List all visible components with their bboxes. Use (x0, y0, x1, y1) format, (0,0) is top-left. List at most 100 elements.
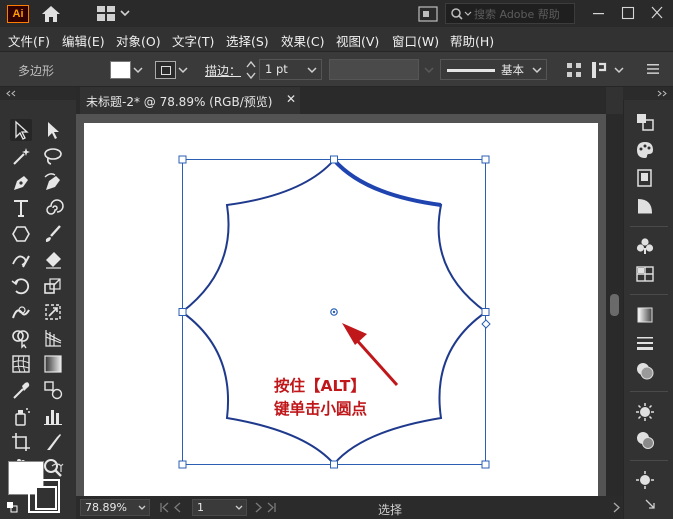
scale-tool-icon[interactable] (42, 275, 64, 297)
stroke-weight-value: 1 pt (265, 62, 288, 76)
annotation-arrowhead (342, 323, 367, 345)
scrollbar-thumb[interactable] (610, 294, 619, 316)
rotate-tool-icon[interactable] (10, 275, 32, 297)
variable-width-profile[interactable] (329, 59, 419, 80)
arrange-documents-icon[interactable] (418, 6, 438, 22)
free-transform-tool-icon[interactable] (42, 301, 64, 323)
menu-view[interactable]: 视图(V) (336, 31, 379, 50)
spiral-tool-icon[interactable] (42, 197, 64, 219)
mesh-tool-icon[interactable] (10, 353, 32, 375)
warp-tool-icon[interactable] (10, 301, 32, 323)
layers-panel-icon[interactable] (635, 168, 655, 188)
shaper-tool-icon[interactable] (10, 249, 32, 271)
gradient-tool-icon[interactable] (42, 353, 64, 375)
brush-definition-select[interactable]: 基本 (440, 59, 547, 80)
symbols-panel-icon[interactable] (635, 236, 655, 256)
swap-fill-stroke-icon[interactable] (50, 462, 64, 474)
title-bar: Ai 搜索 Adobe 帮助 (0, 0, 673, 27)
polygon-tool-icon[interactable] (10, 223, 32, 245)
search-input[interactable]: 搜索 Adobe 帮助 (445, 3, 575, 24)
column-graph-tool-icon[interactable] (42, 405, 64, 427)
default-fill-stroke-icon[interactable] (6, 501, 18, 513)
eraser-tool-icon[interactable] (42, 249, 64, 271)
eyedropper-tool-icon[interactable] (10, 379, 32, 401)
appearance-panel-icon[interactable] (635, 361, 655, 381)
chevron-down-icon[interactable] (307, 65, 317, 75)
chevron-down-icon[interactable] (120, 7, 130, 19)
blend-tool-icon[interactable] (42, 379, 64, 401)
maximize-icon[interactable] (619, 5, 637, 21)
toolbar-collapse-bar[interactable] (0, 87, 76, 100)
expand-panels-icon[interactable] (657, 90, 667, 97)
handle-bottom-right (481, 460, 490, 469)
stroke-swatch-large[interactable] (28, 479, 60, 513)
lasso-tool-icon[interactable] (42, 145, 64, 167)
chevron-down-icon[interactable] (133, 65, 143, 75)
chevron-down-icon[interactable] (138, 504, 146, 512)
artboard[interactable]: 按住【ALT】 键单击小圆点 (84, 123, 598, 496)
document-tab[interactable]: 未标题-2* @ 78.89% (RGB/预览) ✕ (80, 87, 300, 114)
document-tab-bar: 未标题-2* @ 78.89% (RGB/预览) ✕ (76, 87, 606, 114)
libraries-panel-icon[interactable] (635, 470, 655, 490)
stroke-label[interactable]: 描边： (205, 62, 241, 79)
panel-dock-collapse-bar[interactable] (623, 87, 673, 100)
artboard-number-field[interactable]: 1 (192, 499, 247, 516)
perspective-grid-tool-icon[interactable] (42, 327, 64, 349)
swatches-panel-icon[interactable] (635, 264, 655, 284)
chevron-down-icon[interactable] (235, 504, 243, 512)
collapse-icon[interactable] (6, 90, 16, 97)
fill-color-swatch[interactable] (110, 61, 131, 79)
chevron-down-icon[interactable] (614, 65, 624, 75)
chevron-down-icon[interactable] (532, 65, 542, 75)
menu-type[interactable]: 文字(T) (172, 31, 214, 50)
properties-panel-icon[interactable] (635, 112, 655, 132)
stroke-panel-icon[interactable] (635, 333, 655, 353)
align-icon[interactable] (566, 62, 582, 78)
chevron-down-icon[interactable] (178, 65, 188, 75)
stroke-color-swatch[interactable] (155, 61, 176, 79)
search-placeholder: 搜索 Adobe 帮助 (474, 8, 560, 21)
zoom-field[interactable]: 78.89% (80, 499, 150, 516)
handle-bottom-left (178, 460, 187, 469)
symbol-sprayer-tool-icon[interactable] (10, 405, 32, 427)
home-icon[interactable] (40, 4, 62, 24)
stroke-weight-stepper[interactable] (246, 60, 256, 80)
transform-icon[interactable] (591, 61, 609, 79)
curvature-tool-icon[interactable] (42, 171, 64, 193)
menu-object[interactable]: 对象(O) (116, 31, 161, 50)
pen-tool-icon[interactable] (10, 171, 32, 193)
menu-file[interactable]: 文件(F) (8, 31, 50, 50)
selection-tool-icon[interactable] (10, 119, 32, 141)
menu-window[interactable]: 窗口(W) (392, 31, 439, 50)
workspace-layout-icon[interactable] (97, 6, 115, 21)
canvas-area[interactable]: 按住【ALT】 键单击小圆点 (76, 114, 606, 496)
artboard-tool-icon[interactable] (10, 431, 32, 453)
magic-wand-tool-icon[interactable] (10, 145, 32, 167)
graphic-styles-panel-icon[interactable] (635, 402, 655, 422)
menu-edit[interactable]: 编辑(E) (62, 31, 105, 50)
artboard-prev-icons[interactable] (158, 499, 188, 516)
color-panel-icon[interactable] (635, 140, 655, 160)
minimize-icon[interactable] (590, 5, 608, 21)
close-window-icon[interactable] (648, 5, 666, 21)
menu-select[interactable]: 选择(S) (226, 31, 269, 50)
type-tool-icon[interactable] (10, 197, 32, 219)
transparency-panel-icon[interactable] (635, 196, 655, 216)
close-tab-icon[interactable]: ✕ (286, 92, 296, 106)
gradient-panel-icon[interactable] (635, 305, 655, 325)
menu-effect[interactable]: 效果(C) (281, 31, 324, 50)
artboard-next-icons[interactable] (252, 499, 292, 516)
panel-menu-icon[interactable] (646, 62, 660, 76)
brushes-panel-icon[interactable] (635, 430, 655, 450)
handle-bottom-middle (330, 460, 338, 469)
resize-grip-icon[interactable] (644, 498, 656, 510)
scroll-right-icon[interactable] (611, 499, 623, 516)
vertical-scrollbar[interactable] (606, 114, 623, 496)
stroke-weight-field[interactable]: 1 pt (259, 59, 322, 80)
direct-selection-tool-icon[interactable] (42, 119, 64, 141)
slice-tool-icon[interactable] (42, 431, 64, 453)
paintbrush-tool-icon[interactable] (42, 223, 64, 245)
shape-builder-tool-icon[interactable] (10, 327, 32, 349)
menu-help[interactable]: 帮助(H) (450, 31, 494, 50)
artwork[interactable] (84, 123, 598, 496)
